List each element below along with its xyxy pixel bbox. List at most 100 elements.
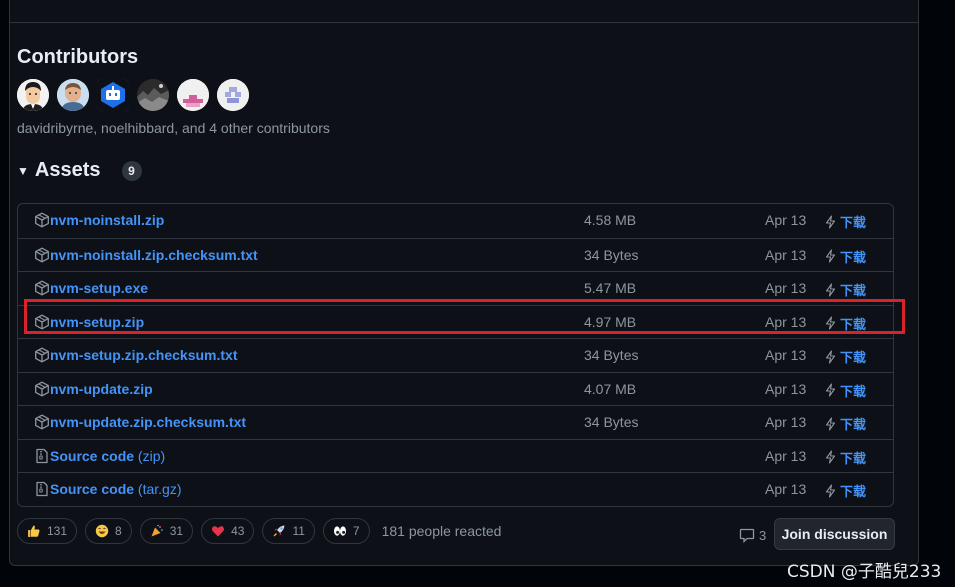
comment-count[interactable]: 3 [739,527,766,543]
asset-link[interactable]: nvm-noinstall.zip [50,212,164,228]
download-link[interactable]: 下载 [824,212,866,231]
download-link[interactable]: 下载 [824,414,866,433]
avatar-cartoon-man[interactable] [17,79,49,111]
asset-date: Apr 13 [765,414,807,430]
reaction-button[interactable]: 131 [17,518,78,544]
asset-size: 34 Bytes [584,347,639,363]
asset-size: 4.07 MB [584,380,637,397]
asset-size: 4.58 MB [584,212,637,228]
asset-size: 34 Bytes [584,414,639,430]
file-zip-icon [36,448,48,463]
asset-date: Apr 13 [765,481,807,497]
asset-row: nvm-noinstall.zip 4.58 MB Apr 13 下载 [18,204,893,238]
asset-name: nvm-update.zip [50,380,153,397]
lightning-icon [825,416,836,431]
asset-date: Apr 13 [765,380,807,397]
caret-down-icon[interactable]: ▼ [17,164,29,178]
lightning-icon [825,483,836,498]
asset-size: 34 Bytes [584,246,639,263]
lightning-icon [825,383,836,397]
avatar-purple-identicon[interactable] [217,79,249,111]
download-label: 下载 [840,450,867,466]
join-discussion-button[interactable]: Join discussion [774,518,895,550]
asset-row: nvm-setup.exe 5.47 MB Apr 13 下载 [18,271,893,305]
download-label: 下载 [840,215,867,230]
laugh-icon [95,524,109,538]
package-icon [35,212,49,228]
asset-name: nvm-setup.zip.checksum.txt [50,347,238,363]
download-label: 下载 [840,249,867,265]
csdn-watermark: CSDN @子酷兒233 [787,562,942,582]
assets-header[interactable]: ▼ Assets 9 [17,159,142,182]
avatar-landscape-photo[interactable] [137,79,169,111]
asset-link[interactable]: nvm-update.zip [50,381,153,397]
download-link[interactable]: 下载 [824,347,866,366]
section-divider [10,22,918,23]
download-link[interactable]: 下载 [824,247,866,266]
package-icon [35,347,49,363]
file-zip-icon [36,481,48,497]
asset-name: nvm-update.zip.checksum.txt [50,414,247,430]
asset-date: Apr 13 [765,246,807,263]
asset-link[interactable]: nvm-setup.exe [50,280,148,296]
download-link[interactable]: 下载 [824,381,866,400]
asset-name-suffix: (zip) [134,447,166,464]
avatar-man-photo[interactable] [57,79,89,111]
reaction-button[interactable]: 31 [139,518,194,544]
asset-name: nvm-setup.exe [50,280,149,296]
package-icon [35,314,49,329]
reaction-count: 7 [352,524,360,538]
reaction-button[interactable]: 7 [322,518,370,544]
asset-date: Apr 13 [765,212,807,228]
assets-list: nvm-noinstall.zip 4.58 MB Apr 13 下载 nvm-noin… [17,203,894,507]
asset-row: nvm-update.zip.checksum.txt 34 Bytes Apr 1… [18,405,893,439]
asset-size: 5.47 MB [584,280,637,296]
package-icon [35,381,49,396]
reaction-button[interactable]: 8 [85,518,132,544]
download-link[interactable]: 下载 [824,314,866,333]
download-link[interactable]: 下载 [824,448,866,467]
download-label: 下载 [840,484,867,499]
asset-link[interactable]: nvm-setup.zip.checksum.txt [50,347,238,363]
asset-name: Source code [50,447,135,464]
hooray-icon [151,524,163,537]
reaction-count: 11 [292,524,305,538]
reaction-button[interactable]: 11 [262,518,315,544]
lightning-icon [825,316,836,330]
eyes-icon [333,526,346,536]
asset-link[interactable]: nvm-noinstall.zip.checksum.txt [50,247,258,263]
reaction-count: 131 [47,524,68,538]
reaction-count: 43 [231,524,245,538]
asset-link[interactable]: Source code (zip) [50,448,165,464]
asset-name: nvm-noinstall.zip [50,212,165,228]
asset-link[interactable]: Source code (tar.gz) [50,481,182,497]
asset-date: Apr 13 [765,280,807,296]
asset-link[interactable]: nvm-setup.zip [50,314,144,330]
asset-row: nvm-setup.zip 4.97 MB Apr 13 下载 [18,304,893,339]
download-link[interactable]: 下载 [824,481,866,500]
reaction-count: 31 [169,524,184,538]
asset-name-suffix: (tar.gz) [134,481,182,497]
contributors-summary: davidribyrne, noelhibbard, and 4 other c… [17,120,330,136]
download-label: 下载 [840,350,867,365]
lightning-icon [825,450,836,464]
asset-size: 4.97 MB [584,313,637,330]
lightning-icon [825,214,836,229]
asset-date: Apr 13 [765,447,807,464]
reaction-button[interactable]: 43 [201,518,255,544]
assets-heading: Assets [34,159,101,181]
package-icon [35,247,49,262]
contributor-avatars [17,79,249,111]
download-label: 下载 [840,417,867,432]
asset-link[interactable]: nvm-update.zip.checksum.txt [50,414,246,430]
comment-count-text: 3 [759,527,767,543]
reacted-summary: 181 people reacted [381,523,502,539]
avatar-pink-identicon[interactable] [177,79,209,111]
reaction-count: 8 [115,524,122,538]
download-link[interactable]: 下载 [824,280,866,299]
avatar-blue-robot[interactable] [97,79,129,111]
asset-row: Source code (zip) Apr 13 下载 [18,438,893,473]
asset-row: nvm-update.zip 4.07 MB Apr 13 下载 [18,371,893,406]
asset-row: Source code (tar.gz) Apr 13 下载 [18,472,893,506]
asset-name: nvm-setup.zip [50,313,145,330]
